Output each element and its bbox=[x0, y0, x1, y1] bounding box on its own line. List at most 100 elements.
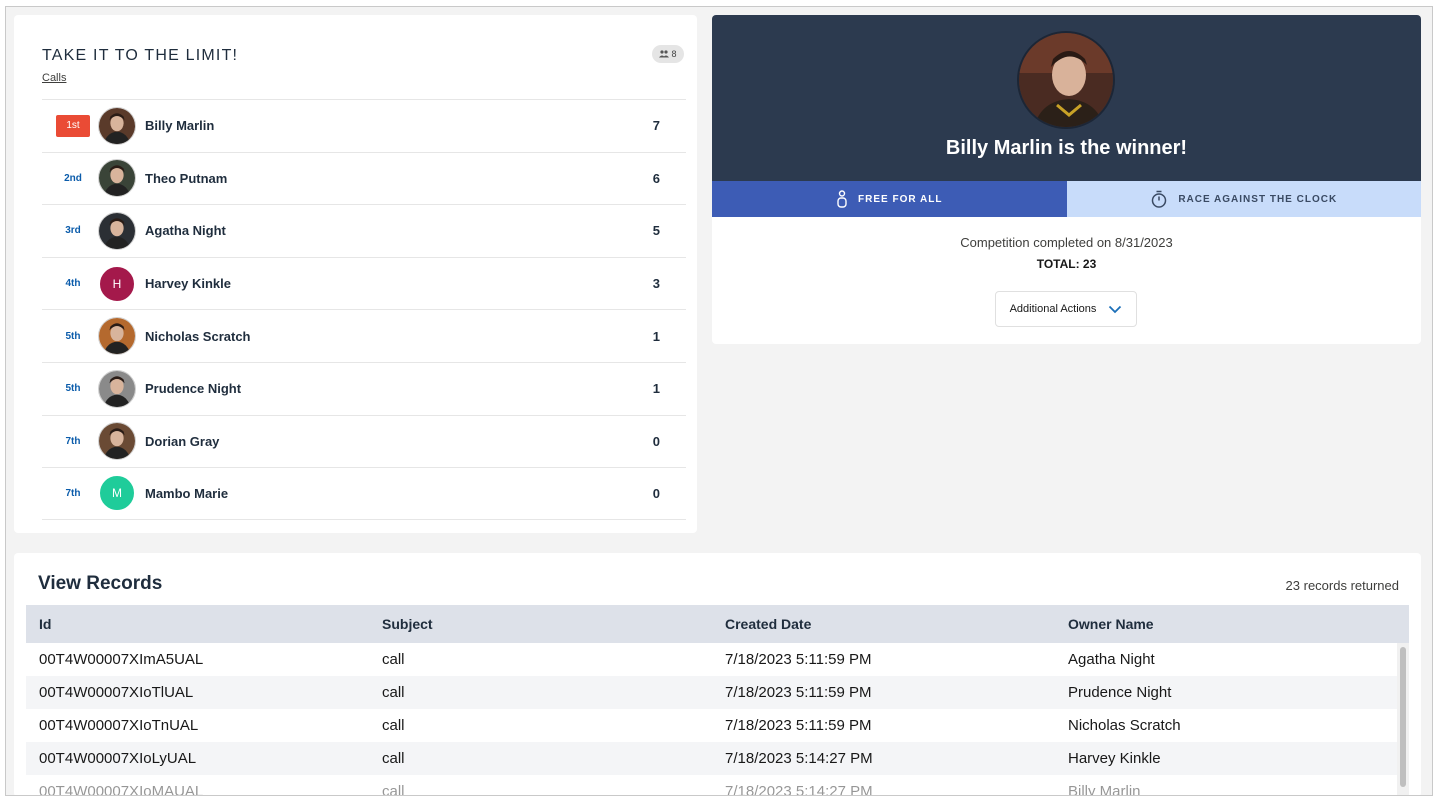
participant-score: 1 bbox=[652, 381, 660, 397]
rank-badge: 4th bbox=[65, 278, 81, 290]
participant-count-badge: 8 bbox=[652, 45, 684, 63]
table-cell: 00T4W00007XIoLyUAL bbox=[39, 750, 197, 767]
table-header: Id Subject Created Date Owner Name bbox=[26, 605, 1409, 643]
avatar bbox=[98, 106, 136, 145]
table-row[interactable]: 00T4W00007XIoLyUAL call 7/18/2023 5:14:27 … bbox=[26, 742, 1409, 775]
table-cell: Billy Marlin bbox=[1068, 783, 1141, 796]
table-cell: 00T4W00007XIoTlUAL bbox=[39, 684, 194, 701]
table-cell: 00T4W00007XIoMAUAL bbox=[39, 783, 204, 796]
avatar: M bbox=[98, 474, 136, 513]
tab-free-for-all-label: FREE FOR ALL bbox=[858, 193, 943, 205]
additional-actions-button[interactable]: Additional Actions bbox=[995, 291, 1137, 327]
participant-score: 1 bbox=[652, 328, 660, 344]
records-card: View Records 23 records returned Id Subje… bbox=[14, 553, 1421, 796]
table-cell: Agatha Night bbox=[1068, 651, 1155, 668]
winner-card: Billy Marlin is the winner! FREE FOR ALL… bbox=[712, 15, 1421, 344]
table-cell: 7/18/2023 5:14:27 PM bbox=[725, 783, 873, 796]
column-header[interactable]: Owner Name bbox=[1055, 616, 1398, 632]
chevron-down-icon bbox=[1109, 305, 1122, 313]
table-cell: 7/18/2023 5:14:27 PM bbox=[725, 750, 873, 767]
table-cell: 00T4W00007XImA5UAL bbox=[39, 651, 204, 668]
winner-header: Billy Marlin is the winner! bbox=[712, 15, 1421, 181]
participant-name: Agatha Night bbox=[145, 223, 226, 239]
table-cell: Nicholas Scratch bbox=[1068, 717, 1181, 734]
participant-score: 7 bbox=[652, 118, 660, 134]
competition-metric-link[interactable]: Calls bbox=[42, 72, 66, 84]
winner-avatar bbox=[1017, 31, 1115, 129]
mode-tabs: FREE FOR ALL RACE AGAINST THE CLOCK bbox=[712, 181, 1421, 217]
leaderboard-row[interactable]: 1st Billy Marlin 7 bbox=[42, 99, 686, 152]
table-scrollbar[interactable] bbox=[1397, 643, 1409, 795]
table-row[interactable]: 00T4W00007XIoTnUAL call 7/18/2023 5:11:59 … bbox=[26, 709, 1409, 742]
rank-badge: 5th bbox=[65, 383, 81, 395]
rank-badge: 3rd bbox=[65, 225, 81, 237]
people-icon bbox=[659, 50, 670, 58]
additional-actions-label: Additional Actions bbox=[1009, 303, 1097, 315]
tab-race-against-the-clock[interactable]: RACE AGAINST THE CLOCK bbox=[1066, 181, 1421, 217]
table-row[interactable]: 00T4W00007XImA5UAL call 7/18/2023 5:11:59 … bbox=[26, 643, 1409, 676]
leaderboard-row[interactable]: 3rd Agatha Night 5 bbox=[42, 204, 686, 257]
leaderboard-row[interactable]: 4th H Harvey Kinkle 3 bbox=[42, 256, 686, 310]
leaderboard-row[interactable]: 7th M Mambo Marie 0 bbox=[42, 467, 686, 520]
column-header[interactable]: Subject bbox=[369, 616, 712, 632]
participant-name: Mambo Marie bbox=[145, 485, 229, 501]
tab-free-for-all[interactable]: FREE FOR ALL bbox=[712, 181, 1067, 217]
participant-score: 0 bbox=[652, 433, 660, 449]
participant-name: Theo Putnam bbox=[145, 170, 228, 186]
rank-badge: 2nd bbox=[64, 172, 82, 184]
rank-badge: 1st bbox=[56, 114, 90, 137]
participant-score: 6 bbox=[652, 170, 660, 186]
table-cell: 7/18/2023 5:11:59 PM bbox=[725, 717, 872, 734]
leaderboard-row[interactable]: 2nd Theo Putnam 6 bbox=[42, 151, 686, 205]
leaderboard-list: 1st Billy Marlin 7 2nd Theo Putnam 6 3rd Agatha… bbox=[42, 99, 686, 520]
rank-badge: 7th bbox=[65, 487, 81, 499]
avatar-initial: H bbox=[112, 276, 122, 291]
table-cell: call bbox=[382, 684, 405, 701]
competition-title: TAKE IT TO THE LIMIT! bbox=[42, 47, 239, 64]
participant-name: Nicholas Scratch bbox=[145, 328, 251, 344]
column-header[interactable]: Id bbox=[26, 616, 369, 632]
table-cell: call bbox=[382, 783, 405, 796]
scrollbar-thumb[interactable] bbox=[1400, 647, 1406, 787]
table-row[interactable]: 00T4W00007XIoTlUAL call 7/18/2023 5:11:59 … bbox=[26, 676, 1409, 709]
avatar bbox=[98, 211, 136, 250]
records-title: View Records bbox=[38, 573, 163, 594]
total-count: TOTAL: 23 bbox=[1036, 257, 1097, 271]
participant-score: 0 bbox=[652, 485, 660, 501]
column-header[interactable]: Created Date bbox=[712, 616, 1055, 632]
tab-race-label: RACE AGAINST THE CLOCK bbox=[1178, 193, 1338, 205]
app-frame: TAKE IT TO THE LIMIT! Calls 8 1st Billy M… bbox=[5, 6, 1433, 796]
participant-name: Dorian Gray bbox=[145, 433, 220, 449]
avatar bbox=[98, 159, 136, 198]
table-cell: Harvey Kinkle bbox=[1068, 750, 1161, 767]
participant-name: Billy Marlin bbox=[145, 118, 215, 134]
avatar bbox=[98, 422, 136, 461]
rank-badge: 7th bbox=[65, 435, 81, 447]
participant-score: 5 bbox=[652, 223, 660, 239]
participant-name: Harvey Kinkle bbox=[145, 276, 231, 292]
participant-name: Prudence Night bbox=[145, 381, 242, 397]
rank-badge: 5th bbox=[65, 330, 81, 342]
avatar: H bbox=[98, 264, 136, 303]
records-count: 23 records returned bbox=[1285, 578, 1399, 593]
records-table: Id Subject Created Date Owner Name 00T4W000… bbox=[26, 605, 1409, 796]
avatar bbox=[98, 369, 136, 408]
avatar bbox=[98, 317, 136, 356]
table-cell: call bbox=[382, 750, 405, 767]
winner-message: Billy Marlin is the winner! bbox=[945, 137, 1188, 159]
leaderboard-row[interactable]: 7th Dorian Gray 0 bbox=[42, 414, 686, 468]
leaderboard-row[interactable]: 5th Nicholas Scratch 1 bbox=[42, 309, 686, 362]
avatar-initial: M bbox=[112, 486, 122, 501]
completion-status: Competition completed on 8/31/2023 bbox=[960, 235, 1173, 250]
leaderboard-card: TAKE IT TO THE LIMIT! Calls 8 1st Billy M… bbox=[14, 15, 697, 533]
table-cell: call bbox=[382, 651, 405, 668]
stopwatch-icon bbox=[1152, 190, 1167, 208]
person-icon bbox=[837, 190, 847, 208]
table-cell: Prudence Night bbox=[1068, 684, 1172, 701]
table-row[interactable]: 00T4W00007XIoMAUAL call 7/18/2023 5:14:27 … bbox=[26, 775, 1409, 796]
table-body: 00T4W00007XImA5UAL call 7/18/2023 5:11:59 … bbox=[26, 643, 1409, 796]
table-cell: 00T4W00007XIoTnUAL bbox=[39, 717, 199, 734]
table-cell: 7/18/2023 5:11:59 PM bbox=[725, 651, 872, 668]
leaderboard-row[interactable]: 5th Prudence Night 1 bbox=[42, 361, 686, 415]
participant-count: 8 bbox=[671, 49, 677, 59]
